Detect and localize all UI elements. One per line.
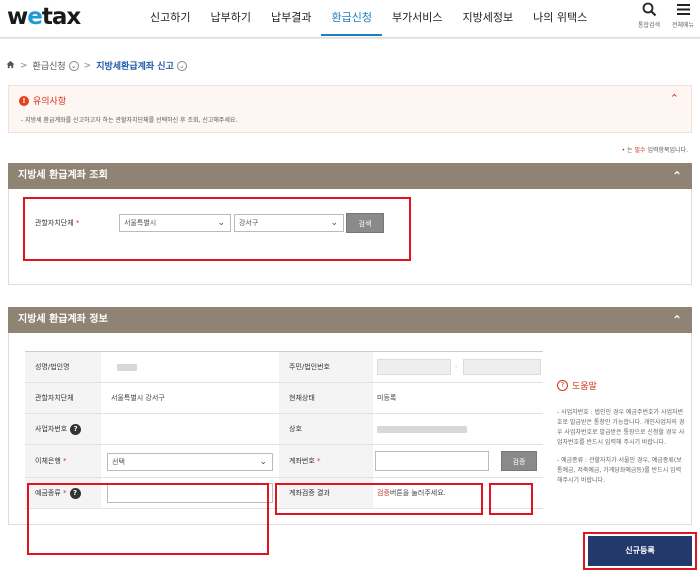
table-row: 사업자번호? 상호 (25, 414, 543, 445)
nav-item-pay[interactable]: 납부하기 (200, 0, 260, 38)
info-section-title: 지방세 환급계좌 정보 (18, 314, 108, 325)
jurisdiction-info-label: 관할자치단체 (25, 383, 101, 413)
notice-text: - 지방세 환급계좌를 신고하고자 하는 관할자치단체를 선택하신 후 조회, … (21, 117, 238, 124)
bank-select[interactable]: 선택 ⌄ (107, 453, 273, 471)
nav-item-refund[interactable]: 환급신청 (321, 0, 382, 36)
chevron-down-icon[interactable]: ⌄ (176, 60, 187, 71)
trade-name-label: 상호 (279, 414, 373, 444)
hamburger-icon (666, 2, 700, 21)
alert-icon: ! (19, 95, 29, 106)
resident-no-label: 주민/법인번호 (279, 352, 373, 382)
wetax-logo[interactable]: wetax (7, 4, 81, 30)
highlight-box (23, 197, 411, 261)
lookup-section-title: 지방세 환급계좌 조회 (18, 170, 108, 181)
nav-item-my-wetax[interactable]: 나의 위택스 (523, 0, 597, 38)
account-no-input[interactable] (375, 451, 489, 471)
highlight-box (275, 483, 483, 515)
breadcrumb-separator: > (20, 60, 28, 71)
breadcrumb-current[interactable]: 지방세환급계좌 신고 (96, 59, 174, 72)
top-header: wetax 신고하기 납부하기 납부결과 환급신청 부가서비스 지방세정보 나의… (0, 0, 700, 38)
nav-item-extra-services[interactable]: 부가서비스 (382, 0, 453, 38)
chevron-up-icon[interactable]: ⌃ (670, 92, 679, 105)
breadcrumb: > 환급신청 ⌄ > 지방세환급계좌 신고 ⌄ (6, 59, 187, 72)
chevron-down-icon: ⌄ (259, 457, 267, 467)
search-icon (632, 2, 666, 21)
account-no-label: 계좌번호 * (279, 445, 373, 477)
menu-button[interactable]: 전체메뉴 (666, 2, 700, 30)
resident-no-back-input (463, 359, 541, 375)
table-row: 관할자치단체 서울특별시 강서구 현재상태 미등록 (25, 383, 543, 414)
required-note-suffix: 입력항목입니다. (645, 147, 688, 154)
notice-title: ! 유의사항 (19, 94, 66, 107)
help-paragraph: - 사업자번호 : 법인인 경우 예금주번호가 사업자번호로 발급받은 통장만 … (557, 409, 685, 446)
highlight-box (489, 483, 533, 515)
help-panel: ? 도움말 - 사업자번호 : 법인인 경우 예금주번호가 사업자번호로 발급받… (557, 379, 685, 494)
highlight-box (27, 483, 269, 555)
notice-title-text: 유의사항 (33, 97, 67, 107)
required-note-emph: 필수 (634, 147, 646, 154)
help-icon[interactable]: ? (70, 423, 82, 435)
breadcrumb-level1[interactable]: 환급신청 (33, 59, 66, 72)
main-content: > 환급신청 ⌄ > 지방세환급계좌 신고 ⌄ ! 유의사항 ⌃ - 지방세 환… (0, 39, 700, 571)
jurisdiction-value: 서울특별시 강서구 (111, 394, 165, 402)
verify-button[interactable]: 검증 (501, 451, 537, 471)
home-icon[interactable] (6, 60, 15, 72)
main-nav: 신고하기 납부하기 납부결과 환급신청 부가서비스 지방세정보 나의 위택스 (140, 0, 597, 38)
help-title: ? 도움말 (557, 379, 685, 392)
biz-no-label: 사업자번호? (25, 414, 101, 444)
status-value: 미등록 (377, 394, 397, 402)
name-label: 성명/법인명 (25, 352, 101, 382)
info-section-header[interactable]: 지방세 환급계좌 정보 ⌃ (8, 307, 692, 333)
required-note: • 는 필수 입력항목입니다. (622, 145, 688, 154)
breadcrumb-separator: > (83, 60, 92, 71)
status-label: 현재상태 (279, 383, 373, 413)
nav-item-file[interactable]: 신고하기 (140, 0, 200, 38)
header-icons: 통합검색 전체메뉴 (632, 2, 700, 30)
question-icon: ? (557, 380, 568, 391)
table-row: 이체은행 * 선택 ⌄ 계좌번호 * 검증 (25, 445, 543, 478)
notice-panel: ! 유의사항 ⌃ - 지방세 환급계좌를 신고하고자 하는 관할자치단체를 선택… (8, 85, 692, 133)
name-value (117, 352, 137, 382)
highlight-box (583, 532, 697, 570)
lookup-section-body: 관할자치단체 * 서울특별시 ⌄ 강서구 ⌄ 검색 (8, 189, 692, 285)
bank-value: 선택 (112, 458, 125, 466)
page: wetax 신고하기 납부하기 납부결과 환급신청 부가서비스 지방세정보 나의… (0, 0, 700, 571)
nav-item-pay-result[interactable]: 납부결과 (261, 0, 321, 38)
table-row: 성명/법인명 주민/법인번호 - (25, 352, 543, 383)
search-button[interactable]: 통합검색 (632, 2, 666, 30)
lookup-section-header[interactable]: 지방세 환급계좌 조회 ⌃ (8, 163, 692, 189)
resident-no-front-input (377, 359, 451, 375)
menu-caption: 전체메뉴 (671, 22, 695, 29)
bank-label: 이체은행 * (25, 445, 101, 477)
help-paragraph: - 예금종류 : 관할자치가 서울인 경우, 예금종류(보통예금, 저축예금, … (557, 457, 682, 484)
chevron-up-icon[interactable]: ⌃ (672, 163, 682, 189)
resident-no-dash: - (455, 363, 458, 371)
required-star: • (621, 147, 626, 154)
chevron-up-icon[interactable]: ⌃ (672, 307, 682, 333)
nav-item-local-tax-info[interactable]: 지방세정보 (453, 0, 524, 38)
info-section-body: 성명/법인명 주민/법인번호 - 관할자치단체 서울특별시 강서구 현재상태 미… (8, 333, 692, 555)
trade-name-value (377, 414, 467, 444)
search-caption: 통합검색 (637, 22, 661, 29)
chevron-down-icon[interactable]: ⌄ (68, 60, 79, 71)
